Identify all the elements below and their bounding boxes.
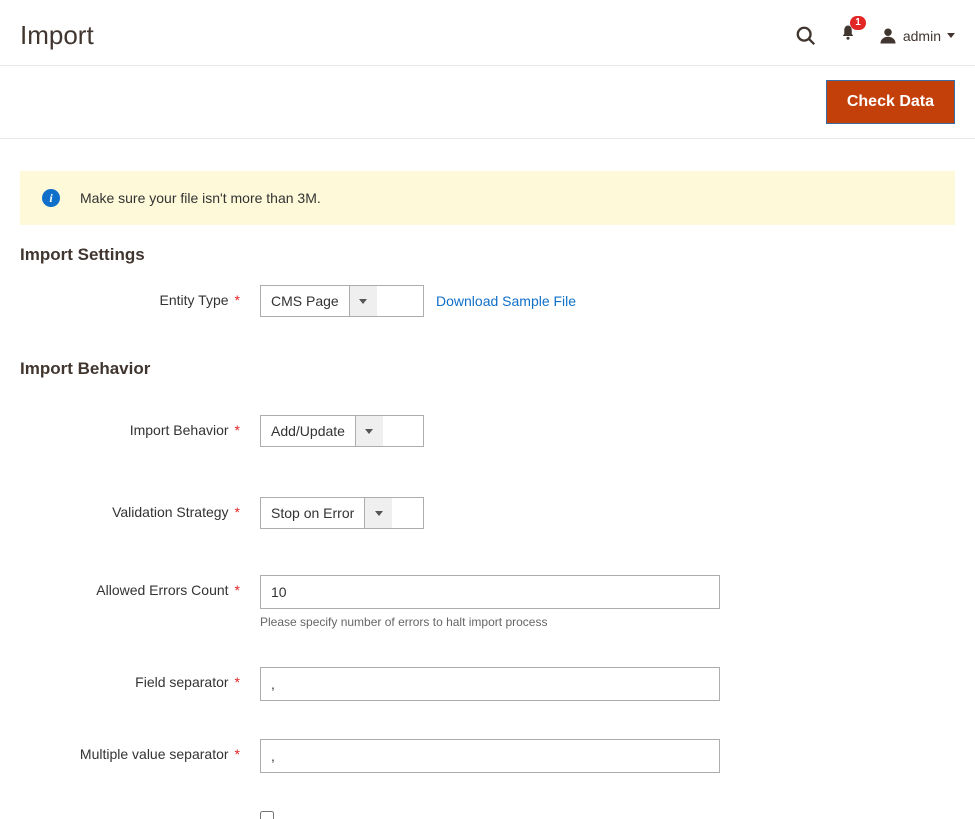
notifications-icon[interactable]: 1	[839, 23, 857, 48]
import-settings-heading: Import Settings	[0, 245, 975, 275]
validation-strategy-value: Stop on Error	[261, 498, 364, 528]
allowed-errors-hint: Please specify number of errors to halt …	[260, 615, 760, 629]
page-title: Import	[20, 20, 94, 51]
entity-type-value: CMS Page	[261, 286, 349, 316]
import-behavior-heading: Import Behavior	[0, 359, 975, 389]
allowed-errors-label: Allowed Errors Count	[20, 575, 260, 598]
allowed-errors-input[interactable]	[260, 575, 720, 609]
info-alert: i Make sure your file isn't more than 3M…	[20, 171, 955, 225]
chevron-down-icon	[947, 33, 955, 38]
field-separator-label: Field separator	[20, 667, 260, 690]
user-icon	[879, 27, 897, 45]
chevron-down-icon	[349, 286, 377, 316]
import-behavior-label: Import Behavior	[20, 415, 260, 438]
chevron-down-icon	[364, 498, 392, 528]
check-data-button[interactable]: Check Data	[826, 80, 955, 124]
chevron-down-icon	[355, 416, 383, 446]
import-behavior-select[interactable]: Add/Update	[260, 415, 424, 447]
validation-strategy-select[interactable]: Stop on Error	[260, 497, 424, 529]
entity-type-select[interactable]: CMS Page	[260, 285, 424, 317]
fields-enclosure-label: Fields enclosure	[20, 811, 260, 819]
validation-strategy-label: Validation Strategy	[20, 497, 260, 520]
alert-message: Make sure your file isn't more than 3M.	[80, 190, 321, 206]
user-label: admin	[903, 28, 941, 44]
multiple-value-separator-input[interactable]	[260, 739, 720, 773]
field-separator-input[interactable]	[260, 667, 720, 701]
multiple-value-separator-label: Multiple value separator	[20, 739, 260, 762]
fields-enclosure-checkbox[interactable]	[260, 811, 274, 819]
entity-type-label: Entity Type	[20, 285, 260, 308]
info-icon: i	[42, 189, 60, 207]
user-menu[interactable]: admin	[879, 27, 955, 45]
import-behavior-value: Add/Update	[261, 416, 355, 446]
notifications-badge: 1	[850, 16, 866, 30]
download-sample-link[interactable]: Download Sample File	[436, 293, 576, 309]
search-icon[interactable]	[795, 25, 817, 47]
